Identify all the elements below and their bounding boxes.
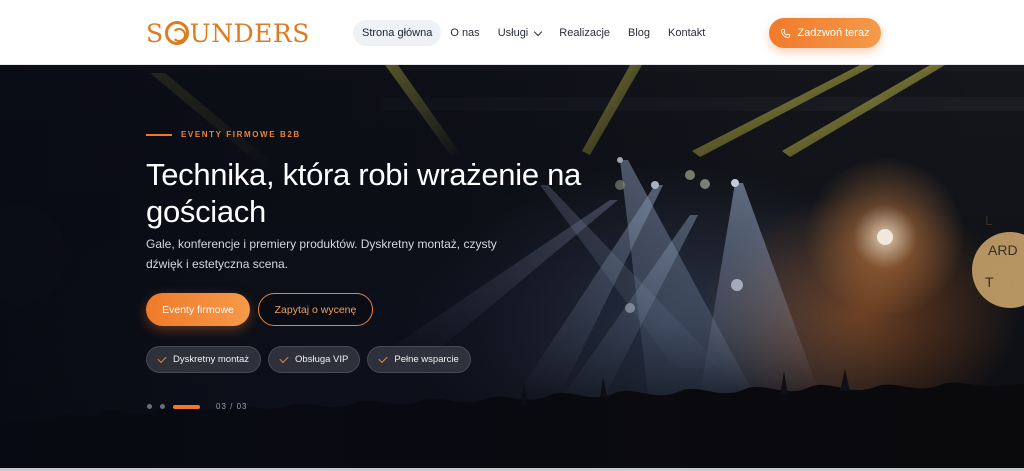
slide-counter: 03 / 03 <box>216 402 248 411</box>
nav-label: Usługi <box>497 27 529 39</box>
call-now-button[interactable]: Zadzwoń teraz <box>769 18 881 48</box>
feature-badge-label: Dyskretny montaż <box>173 354 250 365</box>
hero-subtitle: Gale, konferencje i premiery produktów. … <box>146 237 497 271</box>
nav-item-blog[interactable]: Blog <box>619 20 659 46</box>
hero-section: L ARD T EVENTY FIRMOWE B2B Technika, któ… <box>0 65 1024 471</box>
feature-badge-label: Obsługa VIP <box>295 354 349 365</box>
logo[interactable]: S UNDERS <box>146 17 310 49</box>
feature-badge-label: Pełne wsparcie <box>394 354 459 365</box>
slider-pagination: 03 / 03 <box>147 402 247 411</box>
logo-o-mark <box>164 21 189 45</box>
nav-label: Strona główna <box>362 27 433 39</box>
eyebrow-line <box>146 133 172 136</box>
slide-dot-2[interactable] <box>160 404 165 409</box>
eyebrow-text: EVENTY FIRMOWE B2B <box>181 130 301 139</box>
request-quote-button[interactable]: Zapytaj o wycenę <box>258 293 373 326</box>
nav-item-projects[interactable]: Realizacje <box>550 20 619 46</box>
slide-dot-3-active[interactable] <box>173 404 200 409</box>
check-icon <box>378 353 388 363</box>
corporate-events-label: Eventy firmowe <box>162 303 234 316</box>
site-header: S UNDERS Strona główna O nas Usługi Reali… <box>0 0 1024 65</box>
nav-item-home[interactable]: Strona główna <box>353 20 442 46</box>
feature-badge: Dyskretny montaż <box>146 346 262 373</box>
logo-text-start: S <box>146 18 164 48</box>
nav-label: Kontakt <box>668 27 706 39</box>
nav-item-services[interactable]: Usługi <box>489 20 551 46</box>
feature-badge: Pełne wsparcie <box>367 346 471 373</box>
nav-label: Realizacje <box>559 27 611 39</box>
feature-badges: Dyskretny montaż Obsługa VIP Pełne wspar… <box>146 346 471 373</box>
call-now-label: Zadzwoń teraz <box>797 27 870 39</box>
logo-text-end: UNDERS <box>189 18 310 48</box>
nav-item-about[interactable]: O nas <box>441 20 488 46</box>
nav-label: Blog <box>628 27 651 39</box>
chevron-down-icon <box>534 27 543 36</box>
nav-label: O nas <box>450 27 480 39</box>
main-nav: Strona główna O nas Usługi Realizacje Bl… <box>353 20 714 46</box>
corporate-events-button[interactable]: Eventy firmowe <box>146 293 250 326</box>
hero-title: Technika, która robi wrażenie na gościac… <box>146 157 581 229</box>
hero-eyebrow: EVENTY FIRMOWE B2B <box>146 130 301 139</box>
phone-icon <box>781 28 791 38</box>
nav-item-contact[interactable]: Kontakt <box>659 20 714 46</box>
feature-badge: Obsługa VIP <box>268 346 361 373</box>
check-icon <box>157 353 167 363</box>
request-quote-label: Zapytaj o wycenę <box>274 303 357 316</box>
check-icon <box>279 353 289 363</box>
slide-dot-1[interactable] <box>147 404 152 409</box>
